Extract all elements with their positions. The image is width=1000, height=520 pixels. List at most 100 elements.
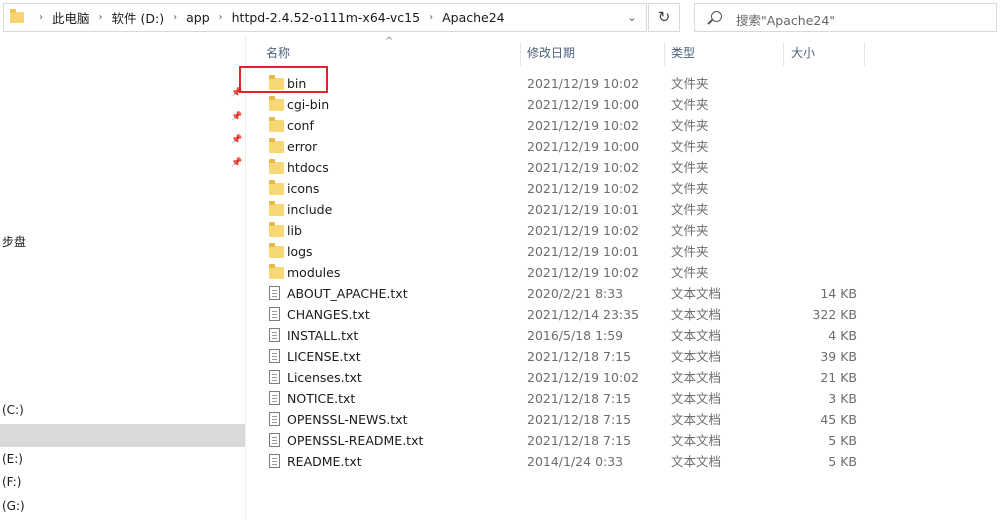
file-name: include [287,202,333,217]
file-size: 14 KB [820,286,857,301]
file-date: 2021/12/14 23:35 [527,307,640,322]
column-divider[interactable] [864,42,865,66]
column-header-size[interactable]: 大小 [791,40,815,66]
file-row[interactable]: ABOUT_APACHE.txt 2020/2/21 8:33 文本文档 14 KB [262,283,862,304]
search-input[interactable]: 搜索"Apache24" [694,3,997,32]
file-name: ABOUT_APACHE.txt [287,286,408,301]
breadcrumb: › 此电脑 › 软件 (D:) › app › httpd-2.4.52-o11… [30,4,505,31]
file-row[interactable]: CHANGES.txt 2021/12/14 23:35 文本文档 322 KB [262,304,862,325]
folder-row[interactable]: include 2021/12/19 10:01 文件夹 [262,199,862,220]
navigation-pane[interactable]: 📌 📌 📌 📌 步盘 (C:) (E:) (F:) (G:) [0,36,246,520]
file-name: NOTICE.txt [287,391,356,406]
breadcrumb-item[interactable]: 此电脑 [52,8,90,27]
pin-icon[interactable]: 📌 [231,135,242,145]
file-size [782,94,857,115]
folder-row[interactable]: logs 2021/12/19 10:01 文件夹 [262,241,862,262]
refresh-button[interactable]: ↻ [648,3,680,32]
file-size [782,157,857,178]
folder-icon [10,9,24,23]
file-name: icons [287,181,320,196]
folder-row[interactable]: htdocs 2021/12/19 10:02 文件夹 [262,157,862,178]
text-file-icon [269,454,280,468]
text-file-icon [269,286,280,300]
address-toolbar: › 此电脑 › 软件 (D:) › app › httpd-2.4.52-o11… [0,0,1000,36]
file-size [782,199,857,220]
file-row[interactable]: OPENSSL-README.txt 2021/12/18 7:15 文本文档 5 K… [262,430,862,451]
folder-icon [269,264,284,279]
file-size: 39 KB [820,349,857,364]
column-divider[interactable] [520,42,521,66]
file-row[interactable]: Licenses.txt 2021/12/19 10:02 文本文档 21 KB [262,367,862,388]
file-name: htdocs [287,160,329,175]
file-size [782,136,857,157]
column-header-name[interactable]: 名称 [266,40,290,66]
folder-row[interactable]: error 2021/12/19 10:00 文件夹 [262,136,862,157]
file-row[interactable]: NOTICE.txt 2021/12/18 7:15 文本文档 3 KB [262,388,862,409]
sort-ascending-icon: ^ [385,36,394,47]
file-row[interactable]: OPENSSL-NEWS.txt 2021/12/18 7:15 文本文档 45 KB [262,409,862,430]
chevron-right-icon[interactable]: › [99,12,103,23]
folder-row[interactable]: modules 2021/12/19 10:02 文件夹 [262,262,862,283]
file-date: 2021/12/18 7:15 [527,391,632,406]
nav-item-sync-disk[interactable]: 步盘 [0,231,245,254]
file-date: 2021/12/19 10:02 [527,265,640,280]
nav-item-drive-c[interactable]: (C:) [0,399,245,422]
file-size: 5 KB [828,433,857,448]
file-date: 2021/12/19 10:01 [527,244,640,259]
file-type: 文件夹 [671,118,709,133]
folder-row[interactable]: conf 2021/12/19 10:02 文件夹 [262,115,862,136]
file-size [782,262,857,283]
chevron-right-icon[interactable]: › [39,12,43,23]
file-type: 文件夹 [671,97,709,112]
file-name: Licenses.txt [287,370,362,385]
file-name: INSTALL.txt [287,328,359,343]
nav-item-drive-g[interactable]: (G:) [0,495,245,518]
breadcrumb-item[interactable]: app [186,10,210,25]
file-name: conf [287,118,314,133]
breadcrumb-item[interactable]: Apache24 [442,10,505,25]
column-divider[interactable] [664,42,665,66]
nav-item-drive-f[interactable]: (F:) [0,471,245,494]
file-name: logs [287,244,313,259]
file-type: 文本文档 [671,307,722,322]
file-name: cgi-bin [287,97,330,112]
address-bar[interactable]: › 此电脑 › 软件 (D:) › app › httpd-2.4.52-o11… [3,3,647,32]
file-size [782,115,857,136]
file-type: 文件夹 [671,160,709,175]
file-date: 2021/12/18 7:15 [527,433,632,448]
folder-icon [269,222,284,237]
file-date: 2021/12/19 10:02 [527,76,640,91]
column-header-date[interactable]: 修改日期 [527,40,575,66]
pin-icon[interactable]: 📌 [231,158,242,168]
file-row[interactable]: INSTALL.txt 2016/5/18 1:59 文本文档 4 KB [262,325,862,346]
breadcrumb-item[interactable]: httpd-2.4.52-o111m-x64-vc15 [232,10,420,25]
file-type: 文本文档 [671,349,722,364]
file-type: 文本文档 [671,391,722,406]
folder-icon [269,159,284,174]
file-row[interactable]: LICENSE.txt 2021/12/18 7:15 文本文档 39 KB [262,346,862,367]
chevron-right-icon[interactable]: › [219,12,223,23]
chevron-right-icon[interactable]: › [173,12,177,23]
chevron-down-icon[interactable]: ⌄ [625,11,639,25]
file-size [782,73,857,94]
folder-icon [269,201,284,216]
search-placeholder: 搜索"Apache24" [736,13,836,28]
column-divider[interactable] [783,42,784,66]
chevron-right-icon[interactable]: › [429,12,433,23]
breadcrumb-item[interactable]: 软件 (D:) [112,8,165,27]
folder-row[interactable]: icons 2021/12/19 10:02 文件夹 [262,178,862,199]
column-header-type[interactable]: 类型 [671,40,695,66]
folder-row[interactable]: cgi-bin 2021/12/19 10:00 文件夹 [262,94,862,115]
pin-icon[interactable]: 📌 [231,112,242,122]
text-file-icon [269,328,280,342]
folder-row[interactable]: lib 2021/12/19 10:02 文件夹 [262,220,862,241]
nav-item-drive-d[interactable] [0,424,245,447]
folder-icon [269,243,284,258]
search-icon [711,11,722,22]
file-date: 2021/12/18 7:15 [527,349,632,364]
file-date: 2021/12/19 10:02 [527,118,640,133]
file-row[interactable]: README.txt 2014/1/24 0:33 文本文档 5 KB [262,451,862,472]
folder-row[interactable]: bin 2021/12/19 10:02 文件夹 [262,73,862,94]
file-name: error [287,139,318,154]
nav-item-drive-e[interactable]: (E:) [0,448,245,471]
